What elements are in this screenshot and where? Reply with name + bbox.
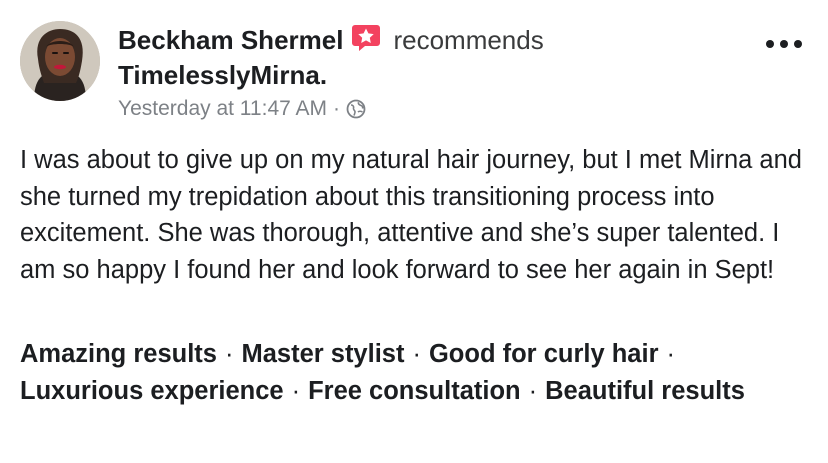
tag-separator: · [412, 340, 421, 368]
timestamp-link[interactable]: Yesterday at 11:47 AM [118, 97, 327, 121]
more-options-icon[interactable] [766, 38, 802, 50]
tag-separator: · [528, 377, 538, 405]
recommends-label: recommends [393, 24, 544, 55]
page-name-link[interactable]: TimelesslyMirna [118, 60, 320, 90]
post-body: I was about to give up on my natural hai… [20, 146, 802, 284]
tag-good-for-curly-hair[interactable]: Good for curly hair [429, 340, 659, 368]
avatar[interactable] [20, 21, 100, 101]
more-dot [766, 40, 774, 48]
tag-amazing-results[interactable]: Amazing results [20, 340, 217, 368]
meta-separator: · [332, 97, 340, 120]
header-line: Beckham Shermel recommends [118, 22, 544, 58]
recommendation-tags: Amazing results · Master stylist · Good for … [20, 336, 810, 410]
more-dot [794, 40, 802, 48]
tag-separator: · [291, 377, 301, 405]
tag-free-consultation[interactable]: Free consultation [308, 377, 521, 405]
tag-separator: · [224, 340, 234, 368]
page-name-suffix: . [319, 60, 328, 90]
tag-master-stylist[interactable]: Master stylist [241, 340, 404, 368]
tag-beautiful-results[interactable]: Beautiful results [545, 377, 745, 405]
globe-icon[interactable] [346, 99, 366, 119]
star-speech-bubble-icon [351, 23, 381, 53]
author-name[interactable]: Beckham Shermel [118, 25, 343, 56]
more-dot [780, 40, 788, 48]
page-line: TimelesslyMirna. [118, 58, 544, 92]
post-header: Beckham Shermel recommends TimelesslyMir… [118, 22, 544, 124]
tag-luxurious-experience[interactable]: Luxurious experience [20, 377, 284, 405]
post-meta: Yesterday at 11:47 AM · [118, 94, 544, 124]
tag-separator: · [666, 340, 676, 368]
profile-photo [20, 21, 100, 101]
